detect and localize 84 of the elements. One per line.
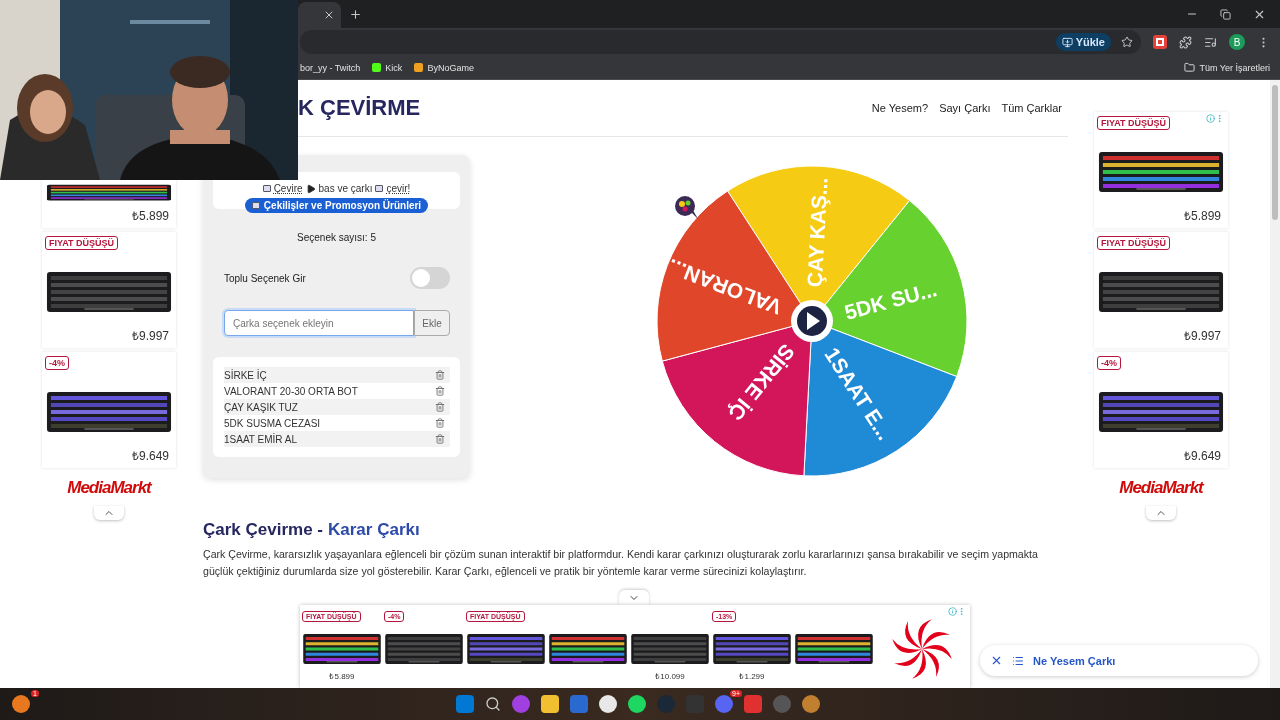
ad-badge: -4%: [45, 356, 69, 370]
collapse-tab[interactable]: [94, 506, 124, 520]
option-text: VALORANT 20-30 ORTA BOT: [224, 385, 358, 397]
ad-card[interactable]: -4% ₺9.649: [1094, 352, 1228, 468]
ad-badge: FIYAT DÜŞÜŞÜ: [1097, 116, 1170, 130]
ad-price: ₺9.649: [1183, 448, 1222, 464]
ad-card[interactable]: FIYAT DÜŞÜŞÜ ₺5.899: [1094, 112, 1228, 228]
collapse-tab[interactable]: [1146, 506, 1176, 520]
app-icon[interactable]: [628, 695, 646, 713]
extension-icon[interactable]: [1153, 35, 1167, 49]
option-text: SİRKE İÇ: [224, 369, 267, 381]
ad-price: ₺10.099: [655, 671, 685, 681]
segment-label: ÇAY KAŞ...: [802, 176, 832, 288]
monitor-icon: [1061, 36, 1073, 48]
ad-price: ₺9.649: [131, 448, 170, 464]
ad-card[interactable]: ₺5.899: [42, 180, 176, 228]
search-icon[interactable]: [485, 696, 501, 712]
delete-icon[interactable]: [435, 434, 445, 444]
app-icon[interactable]: [12, 695, 30, 713]
bookmark-icon[interactable]: [414, 63, 424, 72]
app-icon[interactable]: [599, 695, 617, 713]
play-icon: [305, 183, 316, 194]
nav-link[interactable]: Ne Yesem?: [871, 102, 929, 114]
bookmark-link[interactable]: Kick: [385, 62, 403, 73]
promo-button[interactable]: Çekilişler ve Promosyon Ürünleri: [244, 198, 429, 213]
ad-badge: FIYAT DÜŞÜŞÜ: [45, 236, 118, 250]
ad-price: ₺9.997: [1183, 328, 1222, 344]
floating-link-label[interactable]: Ne Yesem Çarkı: [1033, 654, 1116, 667]
bookmark-link[interactable]: bor_yy - Twitch: [300, 62, 361, 73]
new-tab-icon[interactable]: [349, 7, 362, 21]
ad-badge: FIYAT DÜŞÜŞÜ: [1097, 236, 1170, 250]
brand-logo[interactable]: MediaMarkt: [1119, 478, 1203, 498]
scrollbar[interactable]: [1270, 80, 1280, 688]
option-input[interactable]: Çarka seçenek ekleyin: [224, 310, 414, 336]
ad-badge: -4%: [1097, 356, 1121, 370]
ad-price: ₺1.299: [739, 671, 765, 681]
add-button[interactable]: Ekle: [414, 310, 450, 336]
ad-price: ₺9.997: [131, 328, 170, 344]
spin-button[interactable]: [791, 300, 833, 342]
install-button[interactable]: Yükle: [1055, 33, 1111, 51]
floating-link[interactable]: Ne Yesem Çarkı: [980, 645, 1258, 676]
bookmark-link[interactable]: ByNoGame: [427, 62, 474, 73]
brand-logo[interactable]: MediaMarkt: [67, 478, 151, 498]
spiral-logo-icon: [890, 617, 954, 681]
folder-icon: [1184, 62, 1196, 73]
list-icon: [1012, 654, 1024, 667]
ad-card[interactable]: -4% ₺9.649: [42, 352, 176, 468]
screen-icon: [262, 185, 271, 192]
nav-link[interactable]: Sayı Çarkı: [939, 102, 991, 114]
option-text: 1SAAT EMİR AL: [224, 433, 297, 445]
puzzle-icon[interactable]: [1179, 35, 1192, 49]
close-icon[interactable]: [323, 9, 335, 21]
star-icon[interactable]: [1121, 36, 1133, 48]
screen-icon: [375, 185, 384, 192]
instruction-link[interactable]: Çevire: [273, 183, 303, 194]
instruction-text: bas ve çarkı: [318, 183, 373, 194]
close-icon[interactable]: [990, 654, 1003, 667]
toggle-switch[interactable]: [410, 267, 450, 289]
ad-card[interactable]: FIYAT DÜŞÜŞÜ ₺9.997: [1094, 232, 1228, 348]
option-count: Seçenek sayısı: 5: [297, 232, 376, 243]
site-title[interactable]: K ÇEVİRME: [298, 95, 421, 121]
toggle-label: Toplu Seçenek Gir: [224, 272, 306, 284]
section-heading: Çark Çevirme -: [203, 520, 323, 540]
option-text: ÇAY KAŞIK TUZ: [224, 401, 298, 413]
restore-icon[interactable]: [1220, 7, 1231, 21]
ad-price: ₺5.899: [131, 208, 170, 224]
description-text: Çark Çevirme, kararsızlık yaşayanlara eğlenceli bir çözüm sunan interaktif bir platformdur. Kendi karar çarkınızı oluşturarak zorlu kararlarınızı şansa bırakabilir ve seçim yapmakta güçlük çektiğiniz durumlarda size yol gösterebilir. Karar Çarkı, eğlenceli ve pratik bir yöntemle karar verme sürecinizi kolaylaştırır.: [203, 547, 1039, 579]
segment-label: 5DK SU...: [842, 277, 940, 324]
delete-icon[interactable]: [435, 370, 445, 380]
bookmark-icon[interactable]: [372, 63, 382, 72]
media-icon[interactable]: [1204, 35, 1217, 49]
instruction-link[interactable]: çevir!: [386, 183, 411, 194]
section-heading-accent: Karar Çarkı: [328, 520, 420, 540]
delete-icon[interactable]: [435, 402, 445, 412]
ad-card[interactable]: FIYAT DÜŞÜŞÜ ₺9.997: [42, 232, 176, 348]
all-bookmarks[interactable]: Tüm Yer İşaretleri: [1184, 62, 1270, 73]
nav-link[interactable]: Tüm Çarklar: [1001, 102, 1062, 114]
ad-price: ₺5.899: [329, 671, 355, 681]
address-bar[interactable]: Yükle: [300, 30, 1141, 54]
delete-icon[interactable]: [435, 418, 445, 428]
option-text: 5DK SUSMA CEZASI: [224, 417, 321, 429]
profile-avatar[interactable]: B: [1229, 34, 1245, 50]
delete-icon[interactable]: [435, 386, 445, 396]
ad-price: ₺5.899: [1183, 208, 1222, 224]
